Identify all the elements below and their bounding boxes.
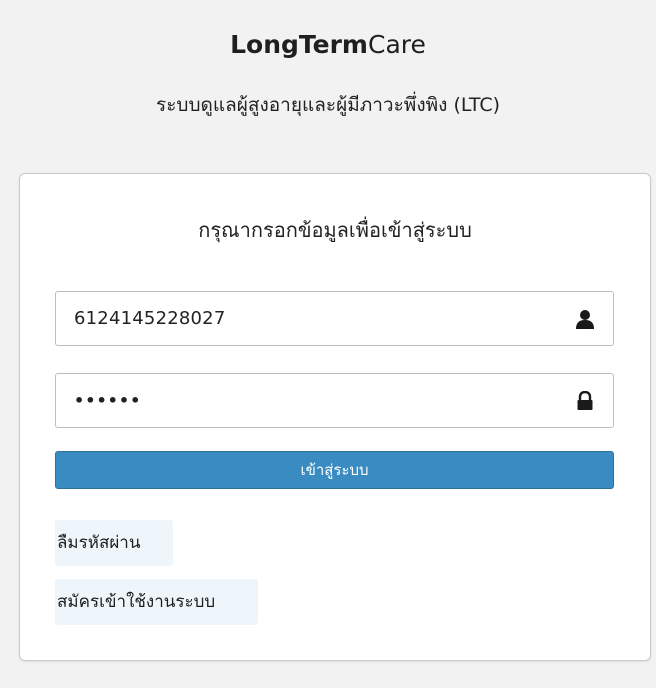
forgot-password-link[interactable]: ลืมรหัสผ่าน bbox=[55, 520, 173, 566]
password-field[interactable]: •••••• bbox=[55, 373, 614, 428]
password-value: •••••• bbox=[74, 391, 142, 410]
page-header: LongTermCare ระบบดูแลผู้สูงอายุและผู้มีภ… bbox=[0, 0, 656, 170]
login-title: กรุณากรอกข้อมูลเพื่อเข้าสู่ระบบ bbox=[198, 218, 472, 242]
brand-light: Care bbox=[367, 30, 426, 59]
username-field[interactable]: 6124145228027 bbox=[55, 291, 614, 346]
app-subtitle: ระบบดูแลผู้สูงอายุและผู้มีภาวะพึ่งพิง (L… bbox=[156, 94, 500, 116]
brand-strong: LongTerm bbox=[230, 30, 368, 59]
username-value: 6124145228027 bbox=[74, 308, 226, 329]
app-logo-text: LongTermCare bbox=[0, 28, 656, 62]
login-card: กรุณากรอกข้อมูลเพื่อเข้าสู่ระบบ 61241452… bbox=[19, 173, 651, 661]
login-button[interactable]: เข้าสู่ระบบ bbox=[55, 451, 614, 489]
register-link[interactable]: สมัครเข้าใช้งานระบบ bbox=[55, 579, 258, 625]
lock-icon bbox=[575, 390, 595, 411]
user-icon bbox=[575, 309, 595, 329]
